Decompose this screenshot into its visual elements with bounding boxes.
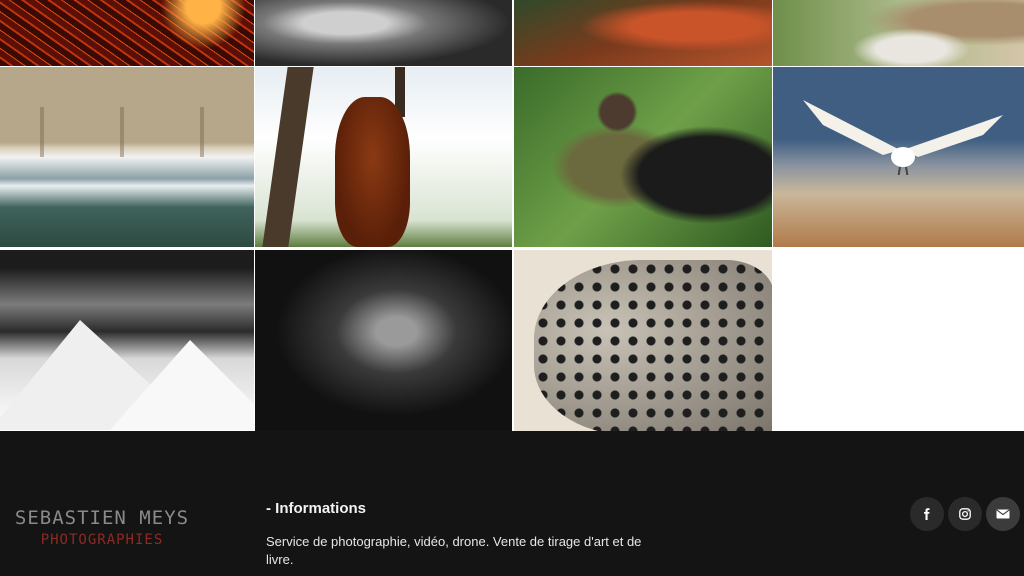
bird-figure	[803, 100, 1003, 175]
coastline-aerial-photo[interactable]	[0, 67, 254, 247]
brand-subtitle: PHOTOGRAPHIES	[40, 532, 164, 548]
instagram-icon	[959, 508, 971, 520]
email-button[interactable]	[986, 497, 1020, 531]
animal-paw-photo[interactable]	[773, 0, 1024, 66]
tree-trunk	[262, 67, 314, 247]
gorilla-portrait-photo[interactable]	[255, 250, 512, 431]
brand-name: SEBASTIEN MEYS	[14, 507, 190, 529]
animal-ear-photo[interactable]	[255, 0, 512, 66]
jaguar-figure	[534, 260, 772, 431]
river-photo[interactable]	[514, 0, 772, 66]
informations-heading: - Informations	[266, 500, 366, 517]
orangutan-photo[interactable]	[255, 67, 512, 247]
white-bird-photo[interactable]	[773, 67, 1024, 247]
lava-photo[interactable]	[0, 0, 254, 66]
jaguar-photo[interactable]	[514, 250, 772, 431]
email-icon	[996, 509, 1010, 519]
mountain-peak	[110, 340, 254, 430]
site-footer: SEBASTIEN MEYS PHOTOGRAPHIES - Informati…	[0, 431, 1024, 576]
snowy-mountain-photo[interactable]	[0, 250, 254, 431]
informations-text: Service de photographie, vidéo, drone. V…	[266, 534, 642, 567]
facebook-button[interactable]	[910, 497, 944, 531]
instagram-button[interactable]	[948, 497, 982, 531]
orangutan-figure	[335, 97, 410, 247]
photo-gallery	[0, 0, 1024, 431]
facebook-icon	[924, 508, 930, 520]
man-with-gorilla-photo[interactable]	[514, 67, 772, 247]
brand-logo[interactable]: SEBASTIEN MEYS PHOTOGRAPHIES	[14, 507, 190, 548]
